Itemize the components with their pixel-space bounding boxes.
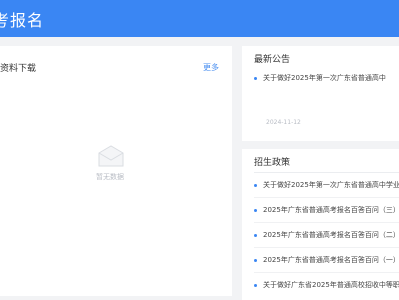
notice-item-text: 关于做好2025年第一次广东省普通高中 <box>263 74 386 82</box>
policy-item[interactable]: 关于做好2025年第一次广东省普通高中学业 <box>254 180 399 192</box>
policy-item-text: 关于做好广东省2025年普通高校招收中等职 <box>263 281 399 289</box>
bullet-dot-icon <box>254 258 257 262</box>
empty-state: 暂无数据 <box>94 144 128 182</box>
item-divider <box>254 247 399 248</box>
policies-panel: 招生政策 关于做好2025年第一次广东省普通高中学业 2025年广东省普通高考报… <box>242 149 399 300</box>
section-divider <box>254 172 399 173</box>
item-divider <box>254 222 399 223</box>
notice-item[interactable]: 关于做好2025年第一次广东省普通高中 <box>254 73 399 85</box>
policy-item-text: 2025年广东省普通高考报名百答百问（二） <box>263 231 399 239</box>
policy-item[interactable]: 2025年广东省普通高考报名百答百问（三） <box>254 205 399 217</box>
top-header-bar: 考报名 <box>0 0 399 37</box>
notice-date: 2024-11-12 <box>266 119 301 126</box>
item-divider <box>254 197 399 198</box>
item-divider <box>254 272 399 273</box>
empty-inbox-icon <box>98 145 124 167</box>
downloads-more-link[interactable]: 更多 <box>203 62 219 73</box>
policy-item-text: 2025年广东省普通高考报名百答百问（三） <box>263 206 399 214</box>
notices-title: 最新公告 <box>254 55 291 65</box>
downloads-panel: 资料下载 更多 暂无数据 <box>0 46 232 296</box>
notices-panel: 最新公告 关于做好2025年第一次广东省普通高中 2024-11-12 <box>242 46 399 141</box>
bullet-dot-icon <box>254 208 257 212</box>
policy-item[interactable]: 关于做好广东省2025年普通高校招收中等职 <box>254 280 399 292</box>
policy-item-text: 2025年广东省普通高考报名百答百问（一） <box>263 256 399 264</box>
policy-item[interactable]: 2025年广东省普通高考报名百答百问（二） <box>254 230 399 242</box>
policy-item-text: 关于做好2025年第一次广东省普通高中学业 <box>263 181 399 189</box>
bullet-dot-icon <box>254 183 257 187</box>
policy-item[interactable]: 2025年广东省普通高考报名百答百问（一） <box>254 255 399 267</box>
downloads-title: 资料下载 <box>0 64 37 74</box>
empty-state-text: 暂无数据 <box>96 173 124 181</box>
bullet-dot-icon <box>254 283 257 287</box>
page-title: 考报名 <box>0 11 45 30</box>
bullet-dot-icon <box>254 233 257 237</box>
policies-title: 招生政策 <box>254 158 291 168</box>
bullet-dot-icon <box>254 76 257 80</box>
